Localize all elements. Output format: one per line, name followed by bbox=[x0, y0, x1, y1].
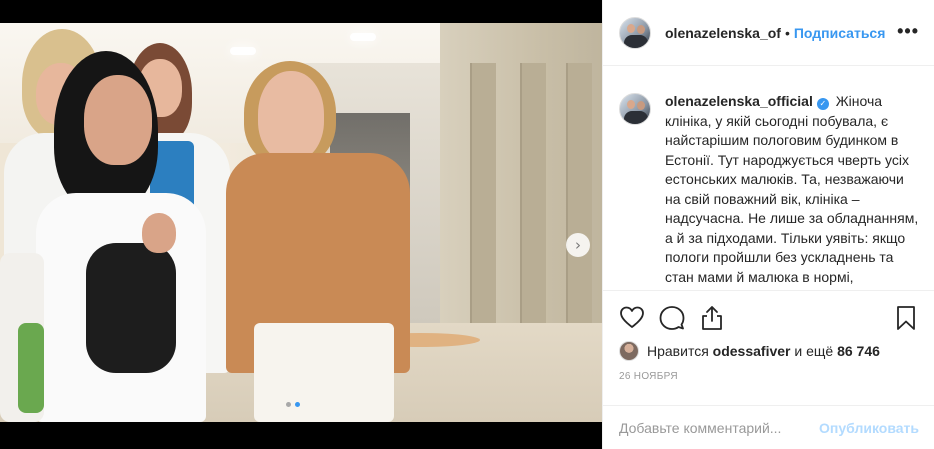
chevron-right-icon: › bbox=[575, 235, 581, 254]
comment-icon[interactable] bbox=[659, 305, 685, 331]
carousel-indicator bbox=[286, 402, 300, 407]
caption-username-link[interactable]: olenazelenska_official bbox=[665, 93, 813, 109]
caption-author-avatar[interactable] bbox=[619, 93, 651, 125]
carousel-next-button[interactable]: › bbox=[566, 233, 590, 257]
photo-door bbox=[566, 63, 592, 343]
carousel-dot-active bbox=[295, 402, 300, 407]
photo-door bbox=[520, 63, 546, 363]
likes-count-link[interactable]: 86 746 bbox=[837, 343, 880, 359]
post-media: › bbox=[0, 0, 602, 449]
publish-button[interactable]: Опубликовать bbox=[819, 420, 919, 436]
comment-input[interactable] bbox=[619, 419, 820, 436]
carousel-dot bbox=[286, 402, 291, 407]
post-panel: olenazelenska_of • Подписаться ••• olena… bbox=[602, 0, 934, 449]
post-header: olenazelenska_of • Подписаться ••• bbox=[603, 0, 934, 66]
more-options-icon[interactable]: ••• bbox=[897, 22, 919, 40]
bookmark-icon[interactable] bbox=[893, 305, 919, 331]
comment-bar: Опубликовать bbox=[603, 405, 934, 449]
share-icon[interactable] bbox=[699, 305, 725, 331]
header-separator: • bbox=[784, 24, 790, 41]
action-bar bbox=[619, 305, 919, 333]
liker-avatar[interactable] bbox=[619, 341, 639, 361]
likes-summary: Нравится odessafiver и ещё 86 746 bbox=[619, 341, 880, 361]
liker-username-link[interactable]: odessafiver bbox=[713, 343, 791, 359]
caption-text-block: olenazelenska_official ✓ Жіноча клініка, … bbox=[665, 92, 919, 290]
photo-ceiling-light bbox=[230, 47, 256, 55]
author-username-link[interactable]: olenazelenska_of bbox=[665, 25, 781, 41]
photo-ceiling-light bbox=[350, 33, 376, 41]
post-date[interactable]: 26 ноября bbox=[619, 371, 678, 382]
follow-button[interactable]: Подписаться bbox=[794, 25, 886, 41]
caption-section: olenazelenska_official ✓ Жіноча клініка, … bbox=[603, 66, 934, 290]
verified-badge-icon: ✓ bbox=[816, 98, 829, 110]
post-photo[interactable]: › bbox=[0, 23, 602, 422]
caption-text: Жіноча клініка, у якій сьогодні побувала… bbox=[665, 93, 919, 290]
likes-middle: и ещё bbox=[794, 343, 834, 359]
likes-prefix: Нравится bbox=[647, 343, 709, 359]
heart-icon[interactable] bbox=[619, 305, 645, 331]
author-avatar[interactable] bbox=[619, 16, 651, 49]
